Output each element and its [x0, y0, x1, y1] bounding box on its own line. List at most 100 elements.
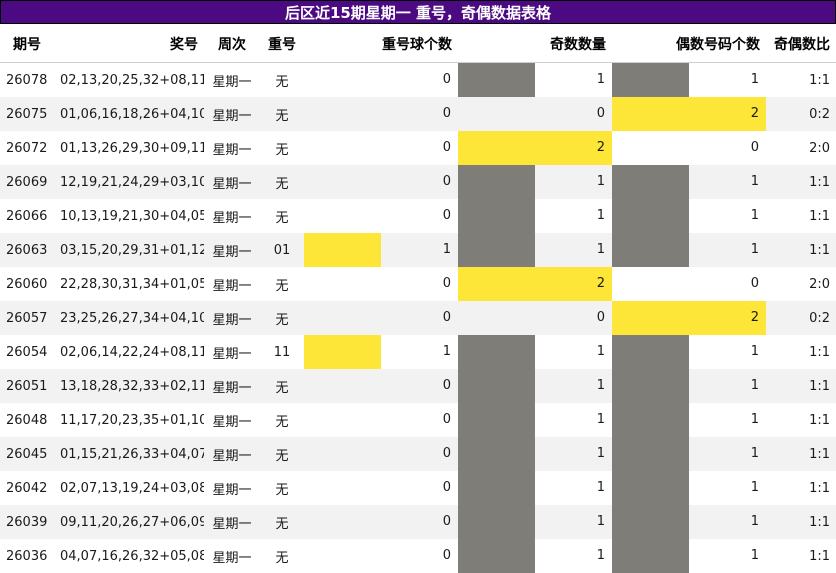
repeat-count-cell-value: 1	[442, 242, 451, 257]
period-cell: 26057	[0, 301, 54, 335]
even-count-cell-bar	[612, 539, 689, 573]
even-count-cell-value: 1	[750, 242, 759, 257]
repeat-count-cell-value: 0	[442, 412, 451, 427]
ratio-cell: 1:1	[766, 369, 836, 403]
even-count-cell: 1	[612, 233, 766, 267]
numbers-cell: 13,18,28,32,33+02,11	[54, 369, 204, 403]
table-row: 26048 11,17,20,23,35+01,10 星期一无 0 1 1 1:1	[0, 403, 836, 437]
weekday-cell: 星期一	[204, 267, 260, 301]
odd-count-cell-value: 1	[596, 548, 605, 563]
odd-count-cell: 1	[458, 437, 612, 471]
table-row: 26051 13,18,28,32,33+02,11 星期一无 0 1 1 1:1	[0, 369, 836, 403]
table-row: 26039 09,11,20,26,27+06,09 星期一无 0 1 1 1:1	[0, 505, 836, 539]
odd-count-cell-value: 1	[596, 514, 605, 529]
even-count-cell: 2	[612, 301, 766, 335]
repeat-count-cell-value: 0	[442, 480, 451, 495]
repeat-count-cell-value: 0	[442, 72, 451, 87]
even-count-cell: 1	[612, 62, 766, 97]
odd-count-cell: 2	[458, 131, 612, 165]
ratio-cell: 1:1	[766, 335, 836, 369]
even-count-cell-bar	[612, 403, 689, 437]
repeat-cell: 无	[260, 97, 304, 131]
even-count-cell-bar	[612, 437, 689, 471]
even-count-cell: 1	[612, 437, 766, 471]
even-count-cell-bar	[612, 335, 689, 369]
weekday-cell: 星期一	[204, 471, 260, 505]
repeat-count-cell: 0	[304, 539, 458, 573]
odd-count-cell-bar	[458, 437, 535, 471]
odd-count-cell-bar	[458, 131, 612, 165]
odd-count-cell: 1	[458, 199, 612, 233]
repeat-count-cell-value: 0	[442, 548, 451, 563]
repeat-cell: 无	[260, 369, 304, 403]
ratio-cell: 1:1	[766, 437, 836, 471]
period-cell: 26063	[0, 233, 54, 267]
ratio-cell: 1:1	[766, 539, 836, 573]
weekday-cell: 星期一	[204, 369, 260, 403]
repeat-count-cell-value: 0	[442, 208, 451, 223]
even-count-cell-value: 1	[750, 412, 759, 427]
period-cell: 26036	[0, 539, 54, 573]
odd-count-cell: 1	[458, 335, 612, 369]
repeat-count-cell: 0	[304, 131, 458, 165]
repeat-count-cell: 0	[304, 267, 458, 301]
even-count-cell: 1	[612, 539, 766, 573]
even-count-cell-value: 1	[750, 514, 759, 529]
odd-count-cell: 1	[458, 62, 612, 97]
numbers-cell: 09,11,20,26,27+06,09	[54, 505, 204, 539]
repeat-count-cell: 1	[304, 233, 458, 267]
repeat-count-cell-value: 0	[442, 310, 451, 325]
even-count-cell-value: 0	[750, 140, 759, 155]
even-count-cell-bar	[612, 471, 689, 505]
numbers-cell: 11,17,20,23,35+01,10	[54, 403, 204, 437]
table-row: 26054 02,06,14,22,24+08,11 星期一 11 1 1 1 1:1	[0, 335, 836, 369]
repeat-count-cell: 0	[304, 437, 458, 471]
odd-count-cell: 0	[458, 97, 612, 131]
ratio-cell: 2:0	[766, 131, 836, 165]
numbers-cell: 23,25,26,27,34+04,10	[54, 301, 204, 335]
odd-count-cell-value: 1	[596, 344, 605, 359]
col-header-even-count: 偶数号码个数	[612, 26, 766, 63]
period-cell: 26039	[0, 505, 54, 539]
odd-count-cell-value: 1	[596, 174, 605, 189]
odd-count-cell-value: 1	[596, 208, 605, 223]
repeat-cell: 无	[260, 539, 304, 573]
period-cell: 26060	[0, 267, 54, 301]
repeat-cell: 无	[260, 471, 304, 505]
odd-count-cell-value: 0	[596, 310, 605, 325]
odd-count-cell-bar	[458, 403, 535, 437]
col-header-odd-count: 奇数数量	[458, 26, 612, 63]
ratio-cell: 1:1	[766, 62, 836, 97]
period-cell: 26042	[0, 471, 54, 505]
weekday-cell: 星期一	[204, 505, 260, 539]
odd-count-cell: 1	[458, 165, 612, 199]
even-count-cell-value: 1	[750, 174, 759, 189]
numbers-cell: 01,06,16,18,26+04,10	[54, 97, 204, 131]
ratio-cell: 1:1	[766, 403, 836, 437]
numbers-cell: 12,19,21,24,29+03,10	[54, 165, 204, 199]
repeat-cell: 无	[260, 62, 304, 97]
col-header-ratio: 奇偶数比	[766, 26, 836, 63]
table-row: 26060 22,28,30,31,34+01,05 星期一无 0 2 0 2:0	[0, 267, 836, 301]
table-row: 26078 02,13,20,25,32+08,11 星期一无 0 1 1 1:1	[0, 62, 836, 97]
even-count-cell: 1	[612, 369, 766, 403]
table-row: 26075 01,06,16,18,26+04,10 星期一无 0 0 2 0:2	[0, 97, 836, 131]
table-row: 26057 23,25,26,27,34+04,10 星期一无 0 0 2 0:2	[0, 301, 836, 335]
repeat-cell: 无	[260, 131, 304, 165]
weekday-cell: 星期一	[204, 199, 260, 233]
repeat-cell: 11	[260, 335, 304, 369]
weekday-cell: 星期一	[204, 97, 260, 131]
weekday-cell: 星期一	[204, 539, 260, 573]
odd-count-cell-value: 1	[596, 378, 605, 393]
table-row: 26045 01,15,21,26,33+04,07 星期一无 0 1 1 1:1	[0, 437, 836, 471]
even-count-cell-value: 1	[750, 548, 759, 563]
repeat-cell: 无	[260, 505, 304, 539]
even-count-cell-value: 1	[750, 480, 759, 495]
even-count-cell-value: 0	[750, 276, 759, 291]
repeat-count-cell: 0	[304, 62, 458, 97]
even-count-cell-bar	[612, 63, 689, 97]
col-header-numbers: 奖号	[54, 26, 204, 63]
even-count-cell-value: 1	[750, 446, 759, 461]
table-row: 26042 02,07,13,19,24+03,08 星期一无 0 1 1 1:1	[0, 471, 836, 505]
even-count-cell-bar	[612, 369, 689, 403]
